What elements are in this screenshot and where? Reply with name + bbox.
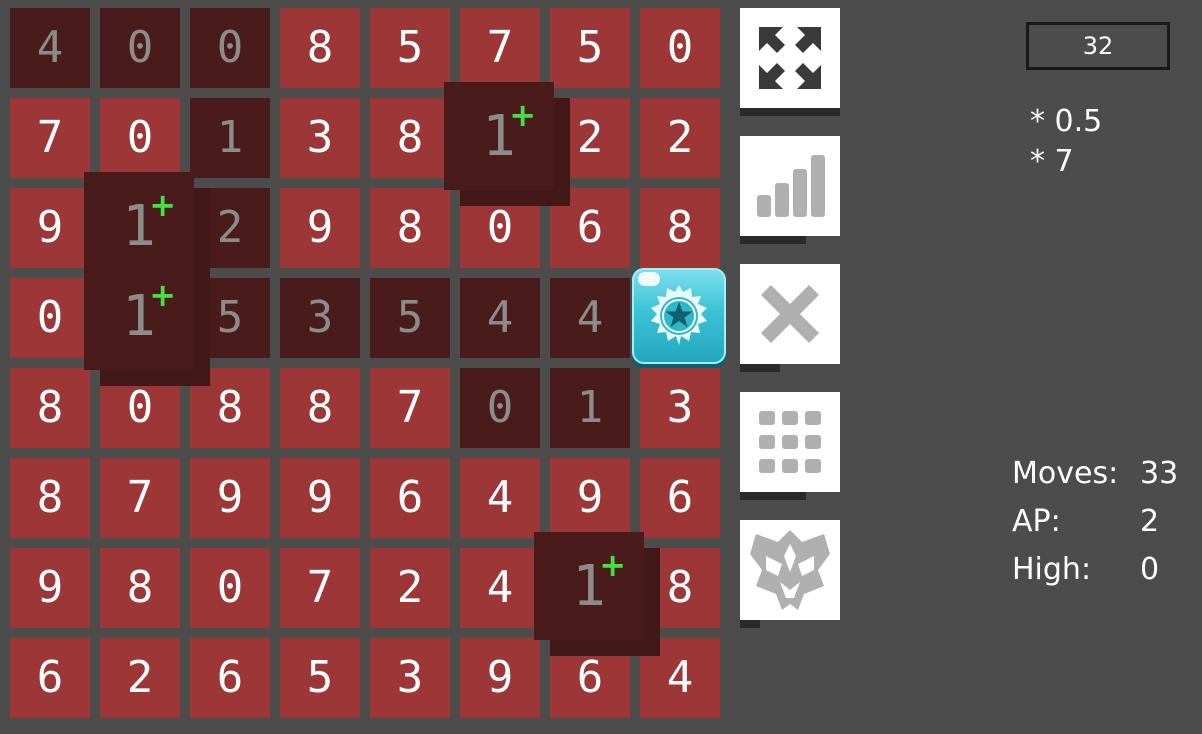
multiplier-1: * 0.5 [1030,104,1103,139]
board-tile[interactable]: 3 [280,98,360,178]
board-tile[interactable]: 0 [190,548,270,628]
board-tile[interactable]: 9 [10,188,90,268]
bonus-tile[interactable]: 1 + [444,82,554,190]
board-tile[interactable]: 5 [550,8,630,88]
board-tile[interactable]: 5 [370,278,450,358]
emblem-progress-bar [740,620,760,628]
board-tile[interactable]: 7 [460,8,540,88]
board-tile[interactable]: 7 [100,458,180,538]
board-tile[interactable]: 4 [550,278,630,358]
gem-shine [638,272,660,286]
board-tile[interactable]: 4 [640,638,720,718]
stats-button[interactable] [740,136,840,244]
star-gem-tile[interactable] [632,268,726,364]
board-tile[interactable]: 8 [370,188,450,268]
board-tile[interactable]: 4 [460,278,540,358]
board-tile[interactable]: 0 [10,278,90,358]
board-tile[interactable]: 8 [10,458,90,538]
wolf-emblem-icon [750,530,830,610]
board-tile[interactable]: 9 [10,548,90,628]
board-tile[interactable]: 9 [460,638,540,718]
plus-icon: + [599,546,626,584]
close-progress-bar [740,364,780,372]
board-tile[interactable]: 8 [10,368,90,448]
bar-chart-icon [757,155,825,217]
board-tile[interactable]: 6 [10,638,90,718]
star-badge-icon [651,285,707,345]
fullscreen-button[interactable] [740,8,840,116]
board-tile[interactable]: 1 [190,98,270,178]
score-display: 32 [1026,22,1170,70]
board-tile[interactable]: 9 [190,458,270,538]
board-tile[interactable]: 1 [550,368,630,448]
board-tile[interactable]: 9 [280,458,360,538]
board-tile[interactable]: 8 [190,368,270,448]
plus-icon: + [149,276,176,314]
board-tile[interactable]: 6 [370,458,450,538]
board-tile[interactable]: 9 [550,458,630,538]
board-tile[interactable]: 6 [550,638,630,718]
close-button[interactable] [740,264,840,372]
board-tile[interactable]: 8 [370,98,450,178]
board-tile[interactable]: 0 [460,188,540,268]
board-tile[interactable]: 8 [640,188,720,268]
board-tile[interactable]: 3 [640,368,720,448]
board-tile[interactable]: 4 [10,8,90,88]
expand-arrows-icon [759,27,821,89]
board-tile[interactable]: 2 [370,548,450,628]
board-tile[interactable]: 0 [640,8,720,88]
board-tile[interactable]: 8 [100,548,180,628]
moves-label: Moves: [1012,456,1119,491]
board-tile[interactable]: 7 [280,548,360,628]
grid-progress-bar [740,492,806,500]
stats-progress-bar [740,236,806,244]
grid-button[interactable] [740,392,840,500]
plus-icon: + [149,186,176,224]
x-icon [761,285,819,343]
bonus-tile[interactable]: 1 + [534,532,644,640]
moves-value: 33 [1140,456,1179,491]
board-tile[interactable]: 5 [370,8,450,88]
board-tile[interactable]: 8 [280,368,360,448]
grid-dots-icon [759,411,821,473]
board-tile[interactable]: 6 [550,188,630,268]
board-tile[interactable]: 6 [640,458,720,538]
multiplier-2: * 7 [1030,144,1074,179]
board-tile[interactable]: 6 [190,638,270,718]
board-tile[interactable]: 8 [280,8,360,88]
board-tile[interactable]: 8 [640,548,720,628]
game-board: 4008575070138229298068053544808870138799… [0,0,730,734]
bonus-tile[interactable]: 1 + [84,262,194,370]
board-tile[interactable]: 5 [190,278,270,358]
high-value: 0 [1140,552,1160,587]
high-label: High: [1012,552,1092,587]
board-tile[interactable]: 0 [100,98,180,178]
board-tile[interactable]: 9 [280,188,360,268]
board-tile[interactable]: 0 [190,8,270,88]
board-tile[interactable]: 2 [550,98,630,178]
ap-value: 2 [1140,504,1160,539]
board-tile[interactable]: 2 [100,638,180,718]
board-tile[interactable]: 0 [100,368,180,448]
emblem-button[interactable] [740,520,840,628]
board-tile[interactable]: 7 [10,98,90,178]
board-tile[interactable]: 0 [100,8,180,88]
board-tile[interactable]: 7 [370,368,450,448]
board-tile[interactable]: 3 [370,638,450,718]
plus-icon: + [509,96,536,134]
board-tile[interactable]: 4 [460,458,540,538]
board-tile[interactable]: 0 [460,368,540,448]
ap-label: AP: [1012,504,1061,539]
score-value: 32 [1082,32,1114,60]
board-tile[interactable]: 5 [280,638,360,718]
fullscreen-progress-bar [740,108,840,116]
board-tile[interactable]: 2 [190,188,270,268]
board-tile[interactable]: 4 [460,548,540,628]
board-tile[interactable]: 2 [640,98,720,178]
board-tile[interactable]: 3 [280,278,360,358]
